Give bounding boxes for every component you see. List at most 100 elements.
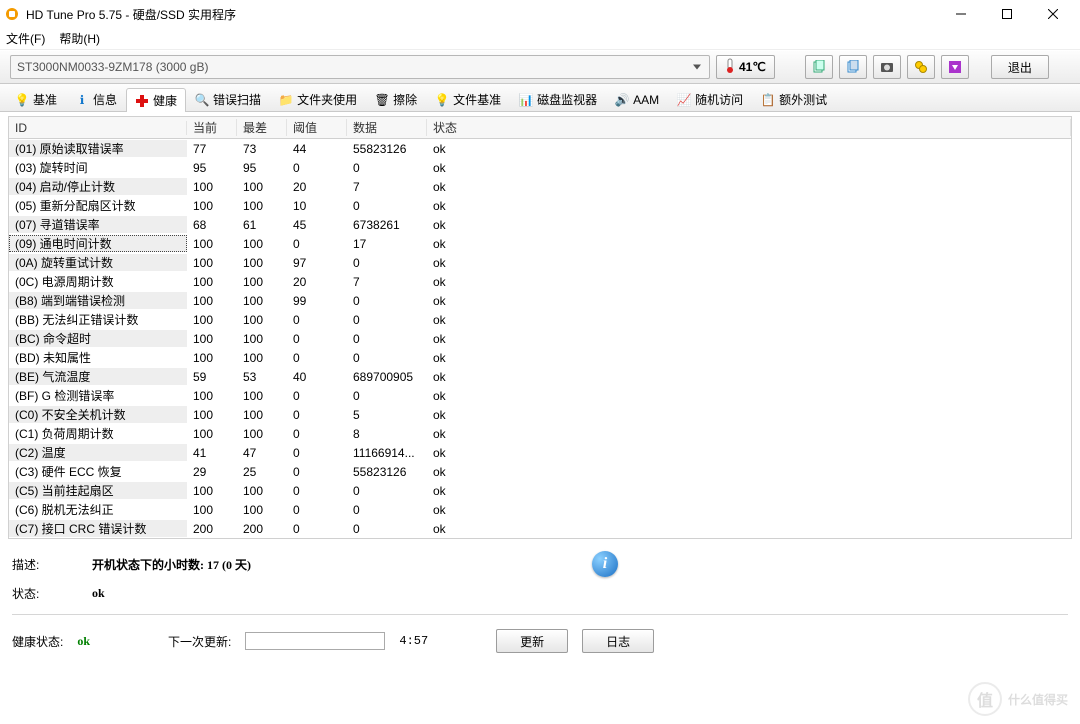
menu-help[interactable]: 帮助(H): [59, 30, 100, 47]
cell-threshold: 45: [287, 218, 347, 232]
cell-worst: 100: [237, 275, 287, 289]
tab-aam[interactable]: 🔊AAM: [606, 87, 668, 111]
header-current[interactable]: 当前: [187, 119, 237, 136]
cell-worst: 100: [237, 503, 287, 517]
header-id[interactable]: ID: [9, 121, 187, 135]
table-row[interactable]: (BB) 无法纠正错误计数10010000ok: [9, 310, 1071, 329]
header-threshold[interactable]: 阈值: [287, 119, 347, 136]
minimize-button[interactable]: [938, 0, 984, 28]
tab-erase[interactable]: 🗑擦除: [366, 87, 426, 111]
tab-benchmark[interactable]: 💡基准: [6, 87, 66, 111]
table-row[interactable]: (03) 旋转时间959500ok: [9, 158, 1071, 177]
header-worst[interactable]: 最差: [237, 119, 287, 136]
cell-data: 0: [347, 522, 427, 536]
save-screenshot-button[interactable]: [873, 55, 901, 79]
tab-extra-tests[interactable]: 📋额外测试: [752, 87, 836, 111]
copy-screenshot-button[interactable]: [839, 55, 867, 79]
cell-worst: 100: [237, 180, 287, 194]
cell-threshold: 0: [287, 161, 347, 175]
temperature-indicator[interactable]: 41℃: [716, 55, 775, 79]
cell-id: (07) 寻道错误率: [9, 216, 187, 233]
table-row[interactable]: (BE) 气流温度595340689700905ok: [9, 367, 1071, 386]
tab-disk-monitor[interactable]: 📊磁盘监视器: [510, 87, 606, 111]
tab-info[interactable]: ℹ信息: [66, 87, 126, 111]
table-row[interactable]: (04) 启动/停止计数100100207ok: [9, 177, 1071, 196]
cell-current: 100: [187, 332, 237, 346]
table-row[interactable]: (C2) 温度4147011166914...ok: [9, 443, 1071, 462]
table-row[interactable]: (05) 重新分配扇区计数100100100ok: [9, 196, 1071, 215]
cell-status: ok: [427, 256, 1071, 270]
list-icon: 📋: [761, 93, 775, 107]
cell-worst: 100: [237, 484, 287, 498]
temperature-value: 41℃: [739, 60, 766, 74]
cell-data: 0: [347, 389, 427, 403]
cell-worst: 100: [237, 408, 287, 422]
cell-data: 5: [347, 408, 427, 422]
table-row[interactable]: (BF) G 检测错误率10010000ok: [9, 386, 1071, 405]
close-button[interactable]: [1030, 0, 1076, 28]
table-row[interactable]: (C6) 脱机无法纠正10010000ok: [9, 500, 1071, 519]
table-row[interactable]: (C0) 不安全关机计数10010005ok: [9, 405, 1071, 424]
drive-select-value: ST3000NM0033-9ZM178 (3000 gB): [17, 60, 208, 74]
cell-id: (01) 原始读取错误率: [9, 140, 187, 157]
cell-id: (04) 启动/停止计数: [9, 178, 187, 195]
table-row[interactable]: (09) 通电时间计数100100017ok: [9, 234, 1071, 253]
tab-file-benchmark[interactable]: 💡文件基准: [426, 87, 510, 111]
cell-current: 100: [187, 294, 237, 308]
table-row[interactable]: (C1) 负荷周期计数10010008ok: [9, 424, 1071, 443]
table-row[interactable]: (C7) 接口 CRC 错误计数20020000ok: [9, 519, 1071, 538]
cell-current: 77: [187, 142, 237, 156]
tab-random-access[interactable]: 📈随机访问: [668, 87, 752, 111]
cell-id: (05) 重新分配扇区计数: [9, 197, 187, 214]
cell-current: 100: [187, 351, 237, 365]
cell-status: ok: [427, 142, 1071, 156]
cell-threshold: 0: [287, 408, 347, 422]
table-row[interactable]: (C3) 硬件 ECC 恢复2925055823126ok: [9, 462, 1071, 481]
cell-threshold: 0: [287, 427, 347, 441]
health-status-label: 健康状态:: [12, 633, 63, 650]
table-row[interactable]: (07) 寻道错误率6861456738261ok: [9, 215, 1071, 234]
tab-folder-usage[interactable]: 📁文件夹使用: [270, 87, 366, 111]
cell-worst: 100: [237, 294, 287, 308]
maximize-button[interactable]: [984, 0, 1030, 28]
table-row[interactable]: (01) 原始读取错误率77734455823126ok: [9, 139, 1071, 158]
tab-error-scan[interactable]: 🔍错误扫描: [186, 87, 270, 111]
table-row[interactable]: (0A) 旋转重试计数100100970ok: [9, 253, 1071, 272]
cell-current: 100: [187, 484, 237, 498]
exit-button[interactable]: 退出: [991, 55, 1049, 79]
cell-id: (03) 旋转时间: [9, 159, 187, 176]
cell-threshold: 0: [287, 237, 347, 251]
window-title: HD Tune Pro 5.75 - 硬盘/SSD 实用程序: [26, 6, 938, 23]
table-row[interactable]: (BD) 未知属性10010000ok: [9, 348, 1071, 367]
info-badge-icon[interactable]: i: [592, 551, 618, 577]
table-row[interactable]: (BC) 命令超时10010000ok: [9, 329, 1071, 348]
header-status[interactable]: 状态: [427, 119, 1071, 136]
tab-health[interactable]: 健康: [126, 88, 186, 112]
status-value: ok: [92, 586, 105, 601]
cell-status: ok: [427, 389, 1071, 403]
cell-id: (09) 通电时间计数: [9, 235, 187, 252]
cell-data: 11166914...: [347, 446, 427, 460]
description-label: 描述:: [12, 556, 62, 573]
cell-id: (C7) 接口 CRC 错误计数: [9, 520, 187, 537]
menu-file[interactable]: 文件(F): [6, 30, 45, 47]
cell-current: 100: [187, 313, 237, 327]
next-update-progress: [245, 632, 385, 650]
cell-threshold: 10: [287, 199, 347, 213]
header-data[interactable]: 数据: [347, 119, 427, 136]
copy-info-button[interactable]: [805, 55, 833, 79]
refresh-button[interactable]: 更新: [496, 629, 568, 653]
toolbar: ST3000NM0033-9ZM178 (3000 gB) 41℃ 退出: [0, 50, 1080, 84]
trash-icon: 🗑: [375, 93, 389, 107]
options-button[interactable]: [907, 55, 935, 79]
cell-current: 29: [187, 465, 237, 479]
table-row[interactable]: (C5) 当前挂起扇区10010000ok: [9, 481, 1071, 500]
log-button[interactable]: 日志: [582, 629, 654, 653]
table-row[interactable]: (0C) 电源周期计数100100207ok: [9, 272, 1071, 291]
drive-select[interactable]: ST3000NM0033-9ZM178 (3000 gB): [10, 55, 710, 79]
table-row[interactable]: (B8) 端到端错误检测100100990ok: [9, 291, 1071, 310]
minimize-to-tray-button[interactable]: [941, 55, 969, 79]
cell-current: 100: [187, 237, 237, 251]
cell-data: 8: [347, 427, 427, 441]
info-icon: ℹ: [75, 93, 89, 107]
